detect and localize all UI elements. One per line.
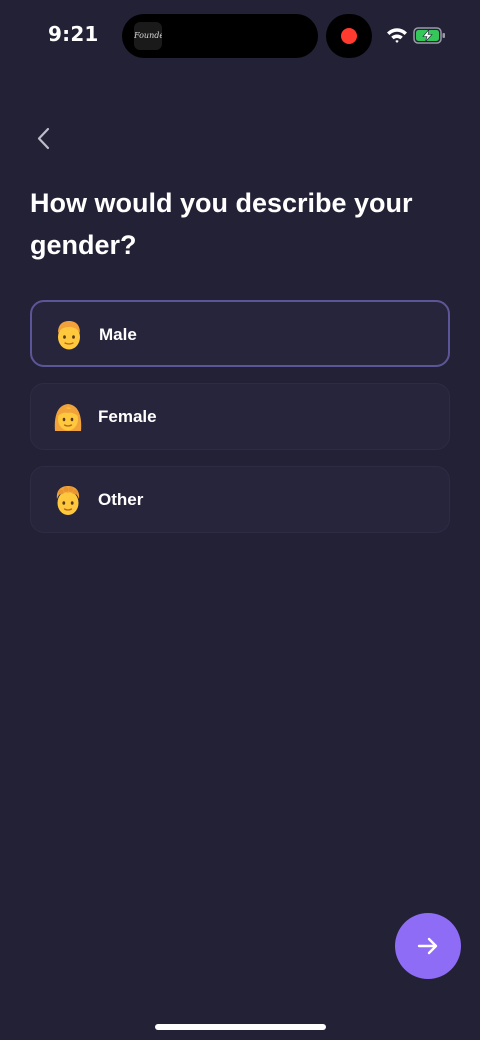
option-label: Other — [98, 490, 144, 509]
woman-emoji-icon — [54, 404, 82, 431]
recording-dot-icon — [341, 28, 357, 44]
dynamic-island: Founders — [122, 14, 318, 58]
option-label: Female — [98, 407, 157, 426]
arrow-right-icon — [417, 937, 438, 955]
home-indicator[interactable] — [155, 1024, 326, 1030]
chevron-left-icon — [37, 127, 50, 150]
founders-app-icon: Founders — [134, 22, 162, 50]
question-title: How would you describe your gender? — [30, 188, 413, 260]
option-label: Male — [99, 325, 137, 344]
back-button[interactable] — [28, 122, 62, 156]
next-button[interactable] — [395, 913, 461, 979]
option-other[interactable]: Other — [30, 466, 450, 533]
screen-recording-indicator — [326, 14, 372, 58]
wifi-icon — [387, 28, 407, 43]
person-emoji-icon — [56, 486, 80, 515]
status-time: 9:21 — [48, 22, 99, 46]
battery-charging-icon — [413, 27, 445, 44]
option-male[interactable]: Male — [30, 300, 450, 367]
man-emoji-icon — [58, 321, 80, 350]
option-female[interactable]: Female — [30, 383, 450, 450]
